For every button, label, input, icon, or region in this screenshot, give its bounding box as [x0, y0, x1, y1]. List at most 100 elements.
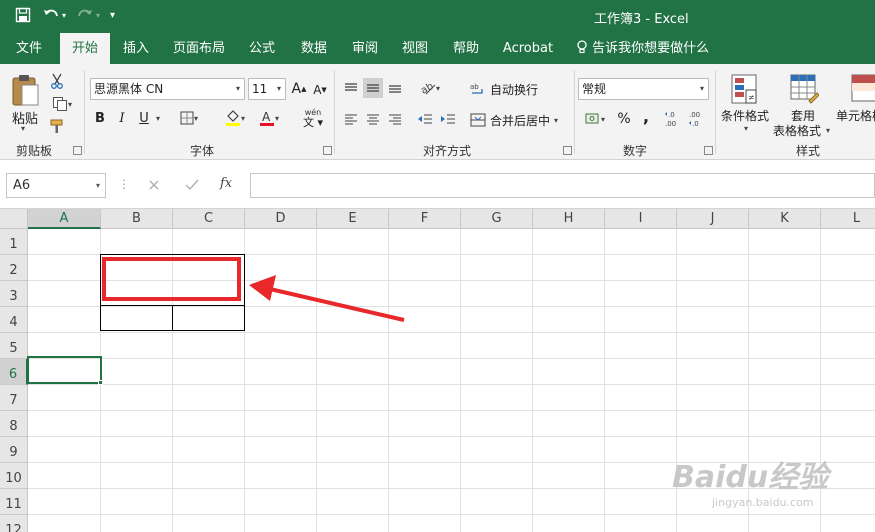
decrease-decimal-button[interactable]: .00.0 — [688, 109, 708, 129]
merge-center-button[interactable]: 合并后居中 ▾ — [470, 109, 570, 131]
select-all-corner[interactable] — [0, 209, 28, 229]
font-size-select[interactable]: 11 ▾ — [248, 78, 286, 100]
tab-page-layout[interactable]: 页面布局 — [168, 33, 230, 64]
enter-check-icon[interactable] — [185, 179, 199, 191]
format-as-table-button[interactable] — [786, 72, 822, 106]
increase-decimal-button[interactable]: .0.00 — [664, 109, 684, 129]
font-launcher-icon[interactable] — [323, 146, 332, 155]
drag-handle-icon[interactable]: ⋮ — [118, 177, 130, 191]
column-header-a[interactable]: A — [28, 209, 101, 229]
clipboard-launcher-icon[interactable] — [73, 146, 82, 155]
column-header-j[interactable]: J — [677, 209, 749, 229]
row-header-4[interactable]: 4 — [0, 307, 28, 333]
underline-dropdown-icon[interactable]: ▾ — [156, 114, 160, 123]
align-bottom-button[interactable] — [385, 78, 405, 98]
row-header-3[interactable]: 3 — [0, 281, 28, 307]
orientation-dropdown-icon[interactable]: ▾ — [436, 84, 440, 93]
column-header-l[interactable]: L — [821, 209, 875, 229]
alignment-launcher-icon[interactable] — [563, 146, 572, 155]
number-format-select[interactable]: 常规 ▾ — [578, 78, 709, 100]
undo-dropdown-icon[interactable]: ▾ — [62, 11, 66, 20]
conditional-formatting-label[interactable]: 条件格式 — [721, 107, 769, 124]
cancel-icon[interactable] — [148, 179, 160, 191]
align-top-button[interactable] — [341, 78, 361, 98]
fill-handle[interactable] — [98, 380, 103, 385]
cut-button[interactable] — [48, 72, 66, 90]
name-box[interactable]: A6 ▾ — [6, 173, 106, 198]
column-header-b[interactable]: B — [101, 209, 173, 229]
accounting-dropdown-icon[interactable]: ▾ — [601, 115, 605, 124]
row-header-5[interactable]: 5 — [0, 333, 28, 359]
conditional-dropdown-icon[interactable]: ▾ — [744, 124, 748, 133]
tab-file[interactable]: 文件 — [6, 33, 52, 64]
undo-button[interactable] — [42, 6, 60, 24]
orientation-button[interactable]: ab ▾ — [415, 78, 445, 98]
font-color-dropdown-icon[interactable]: ▾ — [275, 114, 279, 123]
font-name-select[interactable]: 思源黑体 CN ▾ — [90, 78, 245, 100]
align-middle-button[interactable] — [363, 78, 383, 98]
paste-dropdown-icon[interactable]: ▾ — [21, 124, 25, 133]
tab-formulas[interactable]: 公式 — [242, 33, 282, 64]
row-header-9[interactable]: 9 — [0, 437, 28, 463]
row-header-11[interactable]: 11 — [0, 489, 28, 515]
column-header-k[interactable]: K — [749, 209, 821, 229]
shrink-font-button[interactable]: A ▼ — [312, 81, 328, 99]
row-header-12[interactable]: 12 — [0, 515, 28, 532]
column-header-g[interactable]: G — [461, 209, 533, 229]
align-right-button[interactable] — [385, 109, 405, 129]
bold-button[interactable]: B — [92, 109, 108, 127]
cell-styles-button[interactable] — [850, 72, 875, 106]
column-header-h[interactable]: H — [533, 209, 605, 229]
row-header-1[interactable]: 1 — [0, 229, 28, 255]
align-center-button[interactable] — [363, 109, 383, 129]
active-cell-a6[interactable] — [27, 356, 102, 384]
conditional-formatting-button[interactable]: ≠ — [726, 72, 762, 106]
format-painter-button[interactable] — [48, 118, 66, 136]
format-table-label-2[interactable]: 表格格式 — [773, 122, 821, 139]
font-color-button[interactable]: A ▾ — [254, 108, 284, 128]
number-launcher-icon[interactable] — [704, 146, 713, 155]
align-left-button[interactable] — [341, 109, 361, 129]
column-header-f[interactable]: F — [389, 209, 461, 229]
tab-review[interactable]: 审阅 — [345, 33, 385, 64]
tell-me-search[interactable]: 告诉我你想要做什么 — [576, 33, 710, 64]
formula-input[interactable] — [250, 173, 875, 198]
decrease-indent-button[interactable] — [415, 109, 435, 129]
merge-dropdown-icon[interactable]: ▾ — [554, 116, 558, 125]
column-header-e[interactable]: E — [317, 209, 389, 229]
row-header-10[interactable]: 10 — [0, 463, 28, 489]
tab-acrobat[interactable]: Acrobat — [498, 33, 558, 64]
fill-color-dropdown-icon[interactable]: ▾ — [241, 114, 245, 123]
cell-c4[interactable] — [172, 305, 245, 331]
tab-insert[interactable]: 插入 — [116, 33, 156, 64]
comma-style-button[interactable]: , — [638, 106, 654, 126]
row-header-2[interactable]: 2 — [0, 255, 28, 281]
borders-button[interactable]: ▾ — [176, 109, 202, 127]
percent-style-button[interactable]: % — [614, 109, 634, 129]
underline-button[interactable]: U — [136, 109, 152, 127]
redo-button[interactable] — [76, 6, 94, 24]
row-header-8[interactable]: 8 — [0, 411, 28, 437]
copy-button[interactable]: ▾ — [48, 95, 76, 113]
copy-dropdown-icon[interactable]: ▾ — [68, 100, 72, 109]
insert-function-icon[interactable]: fx — [220, 176, 232, 191]
cell-b4[interactable] — [100, 305, 173, 331]
fill-color-button[interactable]: ▾ — [220, 108, 250, 128]
wrap-text-button[interactable]: ab 自动换行 — [470, 78, 570, 100]
save-button[interactable] — [14, 6, 32, 24]
phonetic-guide-button[interactable]: wén 文 ▾ — [298, 106, 328, 130]
tab-view[interactable]: 视图 — [395, 33, 435, 64]
paste-button[interactable] — [8, 72, 42, 108]
row-header-7[interactable]: 7 — [0, 385, 28, 411]
tab-home[interactable]: 开始 — [60, 33, 110, 64]
grow-font-button[interactable]: A ▲ — [291, 80, 307, 98]
tab-data[interactable]: 数据 — [294, 33, 334, 64]
tab-help[interactable]: 帮助 — [446, 33, 486, 64]
borders-dropdown-icon[interactable]: ▾ — [194, 114, 198, 123]
redo-dropdown-icon[interactable]: ▾ — [96, 11, 100, 20]
increase-indent-button[interactable] — [438, 109, 458, 129]
cell-styles-label[interactable]: 单元格样 — [836, 107, 875, 124]
format-table-dropdown-icon[interactable]: ▾ — [826, 126, 830, 135]
accounting-format-button[interactable]: ▾ — [580, 109, 610, 129]
column-header-c[interactable]: C — [173, 209, 245, 229]
